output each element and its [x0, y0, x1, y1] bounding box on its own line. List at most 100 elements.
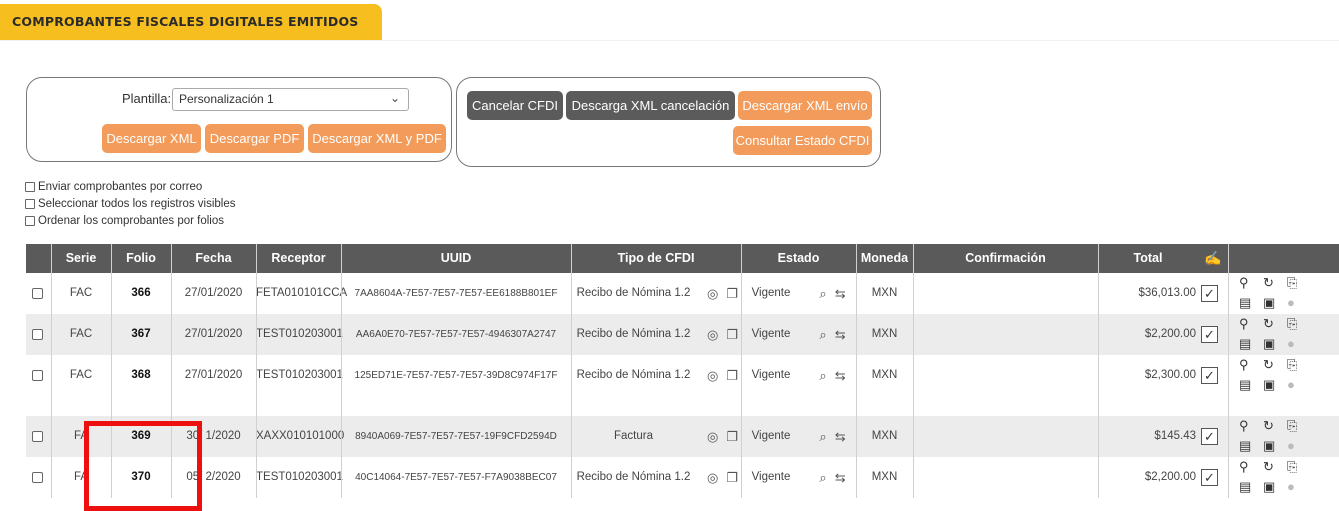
- row-checkbox[interactable]: [32, 288, 43, 299]
- copy-icon[interactable]: ❐: [726, 314, 738, 355]
- pdf-icon[interactable]: ▣: [1263, 479, 1275, 495]
- coins-icon[interactable]: ◎: [707, 355, 718, 396]
- download-cancel-xml-button[interactable]: Descarga XML cancelación: [566, 91, 735, 120]
- cell-confirmacion: [913, 273, 1098, 314]
- col-tipo[interactable]: Tipo de CFDI: [571, 244, 741, 273]
- check-icon[interactable]: ✓: [1201, 428, 1218, 445]
- pdf-icon[interactable]: ▣: [1263, 377, 1275, 393]
- cell-tipo: Factura: [614, 430, 653, 442]
- download-xml-button[interactable]: Descargar XML: [102, 124, 201, 153]
- option-send-email[interactable]: Enviar comprobantes por correo: [25, 180, 202, 194]
- coins-icon[interactable]: ◎: [707, 273, 718, 314]
- col-confirmacion[interactable]: Confirmación: [913, 244, 1098, 273]
- table-row[interactable]: FAC 368 27/01/2020 TEST010203001 125ED71…: [26, 355, 1339, 396]
- column-divider: [913, 244, 914, 498]
- cell-total: $2,200.00: [1144, 471, 1196, 483]
- document-icon[interactable]: ⎘: [1287, 316, 1297, 332]
- copy-icon[interactable]: ❐: [726, 457, 738, 498]
- table-row[interactable]: FAC 366 27/01/2020 FETA010101CCA 7AA8604…: [26, 273, 1339, 314]
- coins-icon[interactable]: ◎: [707, 457, 718, 498]
- check-icon[interactable]: ✓: [1201, 285, 1218, 302]
- download-send-xml-button[interactable]: Descargar XML envío: [738, 91, 872, 120]
- row-checkbox[interactable]: [32, 370, 43, 381]
- document-icon[interactable]: ⎘: [1287, 357, 1297, 373]
- pdf-icon[interactable]: ▣: [1263, 438, 1275, 454]
- coins-icon[interactable]: ◎: [707, 416, 718, 457]
- refresh-icon[interactable]: ↻: [1263, 357, 1274, 373]
- pdf-icon[interactable]: ▣: [1263, 295, 1275, 311]
- refresh-icon[interactable]: ↻: [1263, 275, 1274, 291]
- xml-icon[interactable]: ▤: [1239, 295, 1251, 311]
- option-order-by-folio[interactable]: Ordenar los comprobantes por folios: [25, 214, 224, 228]
- checkbox[interactable]: [25, 216, 35, 226]
- xml-icon[interactable]: ▤: [1239, 479, 1251, 495]
- table-row[interactable]: FA 370 05/ 2/2020 TEST010203001 40C14064…: [26, 457, 1339, 498]
- download-xml-pdf-button[interactable]: Descargar XML y PDF: [308, 124, 446, 153]
- copy-icon[interactable]: ❐: [726, 355, 738, 396]
- row-checkbox[interactable]: [32, 329, 43, 340]
- document-icon[interactable]: ⎘: [1287, 275, 1297, 291]
- cancel-cfdi-button[interactable]: Cancelar CFDI: [467, 91, 563, 120]
- row-actions: ⚲ ↻ ⎘ ▤ ▣ ●: [1231, 273, 1331, 314]
- row-checkbox[interactable]: [32, 431, 43, 442]
- col-serie[interactable]: Serie: [51, 244, 111, 273]
- col-receptor[interactable]: Receptor: [256, 244, 341, 273]
- cell-estado: Vigente: [751, 430, 791, 442]
- document-icon[interactable]: ⎘: [1287, 418, 1297, 434]
- refresh-icon[interactable]: ⇆: [835, 457, 846, 498]
- download-pdf-button[interactable]: Descargar PDF: [205, 124, 304, 153]
- col-uuid[interactable]: UUID: [341, 244, 571, 273]
- table-row[interactable]: FAC 367 27/01/2020 TEST010203001 AA6A0E7…: [26, 314, 1339, 355]
- row-checkbox[interactable]: [32, 472, 43, 483]
- xml-icon[interactable]: ▤: [1239, 438, 1251, 454]
- refresh-icon[interactable]: ⇆: [835, 273, 846, 314]
- check-cfdi-status-button[interactable]: Consultar Estado CFDI: [733, 126, 872, 155]
- coins-icon[interactable]: ◎: [707, 314, 718, 355]
- table-row[interactable]: FA 369 30/ 1/2020 XAXX010101000 8940A069…: [26, 416, 1339, 457]
- estado-icons: ⌕ ⇆: [801, 355, 856, 396]
- search-icon[interactable]: ⚲: [1239, 459, 1249, 475]
- search-icon[interactable]: ⚲: [1239, 357, 1249, 373]
- search-icon[interactable]: ⚲: [1239, 316, 1249, 332]
- checkbox[interactable]: [25, 182, 35, 192]
- cell-estado: Vigente: [751, 287, 791, 299]
- checkbox[interactable]: [25, 199, 35, 209]
- col-estado[interactable]: Estado: [741, 244, 856, 273]
- pdf-icon[interactable]: ▣: [1263, 336, 1275, 352]
- cell-uuid: AA6A0E70-7E57-7E57-7E57-4946307A2747: [355, 329, 557, 340]
- search-doc-icon[interactable]: ⌕: [819, 273, 826, 314]
- xml-icon[interactable]: ▤: [1239, 336, 1251, 352]
- refresh-icon[interactable]: ⇆: [835, 355, 846, 396]
- check-icon[interactable]: ✓: [1201, 326, 1218, 343]
- copy-icon[interactable]: ❐: [726, 273, 738, 314]
- search-doc-icon[interactable]: ⌕: [819, 355, 826, 396]
- col-total[interactable]: Total: [1098, 244, 1198, 273]
- search-icon[interactable]: ⚲: [1239, 418, 1249, 434]
- cell-folio: 368: [131, 369, 151, 381]
- cell-uuid: 7AA8604A-7E57-7E57-7E57-EE6188B801EF: [354, 288, 558, 299]
- cell-total: $2,200.00: [1144, 328, 1196, 340]
- refresh-icon[interactable]: ⇆: [835, 314, 846, 355]
- search-doc-icon[interactable]: ⌕: [819, 416, 826, 457]
- check-icon[interactable]: ✓: [1201, 367, 1218, 384]
- refresh-icon[interactable]: ↻: [1263, 316, 1274, 332]
- copy-icon[interactable]: ❐: [726, 416, 738, 457]
- option-select-all[interactable]: Seleccionar todos los registros visibles: [25, 197, 236, 211]
- col-fecha[interactable]: Fecha: [171, 244, 256, 273]
- document-icon[interactable]: ⎘: [1287, 459, 1297, 475]
- tipo-icons: ◎ ❐: [696, 355, 741, 396]
- refresh-icon[interactable]: ⇆: [835, 416, 846, 457]
- check-icon[interactable]: ✓: [1201, 469, 1218, 486]
- top-bar: COMPROBANTES FISCALES DIGITALES EMITIDOS: [0, 0, 1339, 41]
- row-actions: ⚲ ↻ ⎘ ▤ ▣ ●: [1231, 314, 1331, 355]
- cell-folio: 366: [131, 287, 151, 299]
- refresh-icon[interactable]: ↻: [1263, 459, 1274, 475]
- col-folio[interactable]: Folio: [111, 244, 171, 273]
- xml-icon[interactable]: ▤: [1239, 377, 1251, 393]
- search-icon[interactable]: ⚲: [1239, 275, 1249, 291]
- refresh-icon[interactable]: ↻: [1263, 418, 1274, 434]
- search-doc-icon[interactable]: ⌕: [819, 457, 826, 498]
- template-select[interactable]: Personalización 1 ⌄: [172, 88, 409, 111]
- col-moneda[interactable]: Moneda: [856, 244, 913, 273]
- search-doc-icon[interactable]: ⌕: [819, 314, 826, 355]
